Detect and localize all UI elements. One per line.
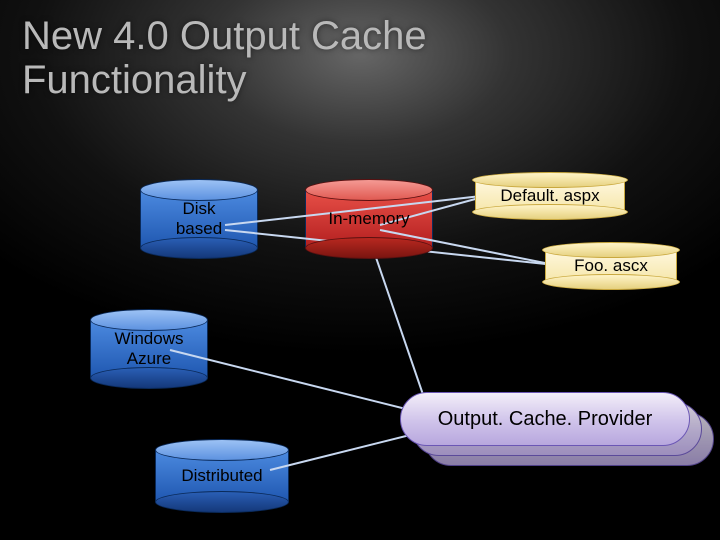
title-line-1: New 4.0 Output Cache — [22, 14, 427, 58]
scroll-label: Default. aspx — [500, 186, 599, 206]
cylinder-in-memory: In-memory — [305, 190, 433, 248]
title-line-2: Functionality — [22, 58, 247, 102]
cylinder-label: Diskbased — [176, 199, 222, 238]
cylinder-label: Distributed — [181, 466, 262, 486]
cylinder-label: WindowsAzure — [115, 329, 184, 368]
cylinder-disk-based: Diskbased — [140, 190, 258, 248]
cylinder-windows-azure: WindowsAzure — [90, 320, 208, 378]
scroll-label: Foo. ascx — [574, 256, 648, 276]
cylinder-distributed: Distributed — [155, 450, 289, 502]
output-cache-provider-stack: Output. Cache. Provider — [400, 392, 690, 446]
page-title: New 4.0 Output Cache Functionality — [22, 14, 427, 102]
provider-pill-front: Output. Cache. Provider — [400, 392, 690, 446]
cylinder-label: In-memory — [328, 209, 409, 229]
provider-label: Output. Cache. Provider — [438, 408, 653, 431]
scroll-foo-ascx: Foo. ascx — [545, 248, 677, 284]
scroll-default-aspx: Default. aspx — [475, 178, 625, 214]
